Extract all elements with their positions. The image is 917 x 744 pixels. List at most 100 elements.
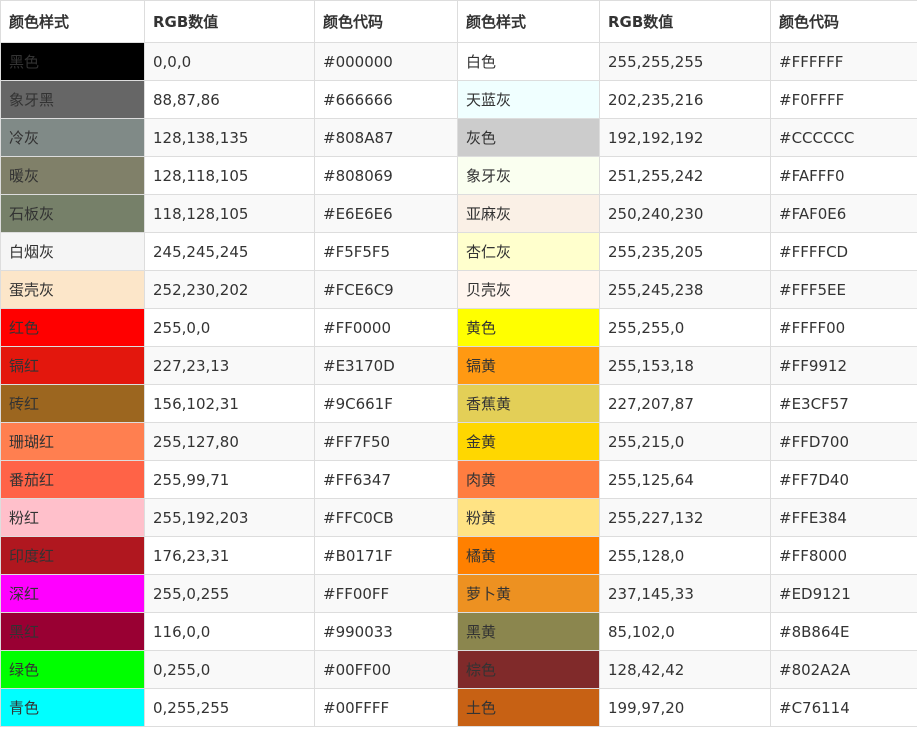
hex-code-cell: #FF9912 [770,346,917,385]
color-swatch-cell: 印度红 [0,536,145,575]
color-swatch-cell: 白色 [457,42,600,81]
table-row: 青色 0,255,255 #00FFFF 土色 199,97,20 #C76114 [0,688,917,727]
table-row: 黑红 116,0,0 #990033 黑黄 85,102,0 #8B864E [0,612,917,651]
header-rgb-value-right: RGB数值 [599,0,771,43]
color-swatch-cell: 亚麻灰 [457,194,600,233]
table-row: 冷灰 128,138,135 #808A87 灰色 192,192,192 #CCCCCC [0,118,917,157]
table-row: 番茄红 255,99,71 #FF6347 肉黄 255,125,64 #FF7D40 [0,460,917,499]
rgb-value-cell: 85,102,0 [599,612,771,651]
color-swatch-cell: 白烟灰 [0,232,145,271]
rgb-value-cell: 255,227,132 [599,498,771,537]
hex-code-cell: #808069 [314,156,458,195]
rgb-value-cell: 252,230,202 [144,270,315,309]
rgb-value-cell: 0,255,0 [144,650,315,689]
hex-code-cell: #FF7D40 [770,460,917,499]
header-color-style-right: 颜色样式 [457,0,600,43]
hex-code-cell: #FFD700 [770,422,917,461]
header-color-code-right: 颜色代码 [770,0,917,43]
rgb-value-cell: 255,0,255 [144,574,315,613]
rgb-value-cell: 128,118,105 [144,156,315,195]
hex-code-cell: #00FF00 [314,650,458,689]
color-swatch-cell: 灰色 [457,118,600,157]
hex-code-cell: #808A87 [314,118,458,157]
rgb-value-cell: 176,23,31 [144,536,315,575]
rgb-value-cell: 156,102,31 [144,384,315,423]
table-row: 石板灰 118,128,105 #E6E6E6 亚麻灰 250,240,230 #FAF0… [0,194,917,233]
header-rgb-value: RGB数值 [144,0,315,43]
hex-code-cell: #8B864E [770,612,917,651]
hex-code-cell: #FF0000 [314,308,458,347]
color-swatch-cell: 石板灰 [0,194,145,233]
rgb-value-cell: 255,192,203 [144,498,315,537]
hex-code-cell: #CCCCCC [770,118,917,157]
color-swatch-cell: 杏仁灰 [457,232,600,271]
table-body: 黑色 0,0,0 #000000 白色 255,255,255 #FFFFFF 象牙黑 88,… [0,42,917,727]
table-row: 红色 255,0,0 #FF0000 黄色 255,255,0 #FFFF00 [0,308,917,347]
color-swatch-cell: 黑黄 [457,612,600,651]
color-reference-table: 颜色样式 RGB数值 颜色代码 颜色样式 RGB数值 颜色代码 黑色 0,0,0 #… [0,0,917,727]
color-swatch-cell: 暖灰 [0,156,145,195]
rgb-value-cell: 255,128,0 [599,536,771,575]
rgb-value-cell: 227,23,13 [144,346,315,385]
rgb-value-cell: 251,255,242 [599,156,771,195]
rgb-value-cell: 255,215,0 [599,422,771,461]
table-row: 象牙黑 88,87,86 #666666 天蓝灰 202,235,216 #F0FFFF [0,80,917,119]
hex-code-cell: #FFFF00 [770,308,917,347]
hex-code-cell: #000000 [314,42,458,81]
table-row: 镉红 227,23,13 #E3170D 镉黄 255,153,18 #FF9912 [0,346,917,385]
color-swatch-cell: 深红 [0,574,145,613]
hex-code-cell: #FF7F50 [314,422,458,461]
hex-code-cell: #FFF5EE [770,270,917,309]
table-row: 深红 255,0,255 #FF00FF 萝卜黄 237,145,33 #ED9121 [0,574,917,613]
color-swatch-cell: 镉黄 [457,346,600,385]
color-swatch-cell: 青色 [0,688,145,727]
header-color-code: 颜色代码 [314,0,458,43]
rgb-value-cell: 255,255,0 [599,308,771,347]
color-swatch-cell: 肉黄 [457,460,600,499]
color-swatch-cell: 粉黄 [457,498,600,537]
rgb-value-cell: 128,138,135 [144,118,315,157]
color-swatch-cell: 粉红 [0,498,145,537]
color-swatch-cell: 蛋壳灰 [0,270,145,309]
rgb-value-cell: 118,128,105 [144,194,315,233]
rgb-value-cell: 128,42,42 [599,650,771,689]
header-color-style: 颜色样式 [0,0,145,43]
hex-code-cell: #B0171F [314,536,458,575]
rgb-value-cell: 255,235,205 [599,232,771,271]
table-row: 白烟灰 245,245,245 #F5F5F5 杏仁灰 255,235,205 #FFFF… [0,232,917,271]
color-swatch-cell: 珊瑚红 [0,422,145,461]
hex-code-cell: #ED9121 [770,574,917,613]
table-header: 颜色样式 RGB数值 颜色代码 颜色样式 RGB数值 颜色代码 [0,0,917,43]
table-row: 印度红 176,23,31 #B0171F 橘黄 255,128,0 #FF8000 [0,536,917,575]
hex-code-cell: #F5F5F5 [314,232,458,271]
color-swatch-cell: 橘黄 [457,536,600,575]
rgb-value-cell: 227,207,87 [599,384,771,423]
color-swatch-cell: 冷灰 [0,118,145,157]
hex-code-cell: #FCE6C9 [314,270,458,309]
table-row: 珊瑚红 255,127,80 #FF7F50 金黄 255,215,0 #FFD700 [0,422,917,461]
color-swatch-cell: 贝壳灰 [457,270,600,309]
hex-code-cell: #E6E6E6 [314,194,458,233]
rgb-value-cell: 255,127,80 [144,422,315,461]
hex-code-cell: #E3CF57 [770,384,917,423]
hex-code-cell: #FF6347 [314,460,458,499]
color-swatch-cell: 棕色 [457,650,600,689]
hex-code-cell: #FFE384 [770,498,917,537]
hex-code-cell: #F0FFFF [770,80,917,119]
hex-code-cell: #FF00FF [314,574,458,613]
table-row: 绿色 0,255,0 #00FF00 棕色 128,42,42 #802A2A [0,650,917,689]
table-row: 黑色 0,0,0 #000000 白色 255,255,255 #FFFFFF [0,42,917,81]
rgb-value-cell: 202,235,216 [599,80,771,119]
rgb-value-cell: 237,145,33 [599,574,771,613]
rgb-value-cell: 116,0,0 [144,612,315,651]
color-swatch-cell: 香蕉黄 [457,384,600,423]
rgb-value-cell: 245,245,245 [144,232,315,271]
hex-code-cell: #FFFFCD [770,232,917,271]
rgb-value-cell: 88,87,86 [144,80,315,119]
hex-code-cell: #00FFFF [314,688,458,727]
color-swatch-cell: 象牙灰 [457,156,600,195]
hex-code-cell: #FAFFF0 [770,156,917,195]
color-swatch-cell: 黑色 [0,42,145,81]
table-row: 蛋壳灰 252,230,202 #FCE6C9 贝壳灰 255,245,238 #FFF5… [0,270,917,309]
table-row: 砖红 156,102,31 #9C661F 香蕉黄 227,207,87 #E3CF57 [0,384,917,423]
